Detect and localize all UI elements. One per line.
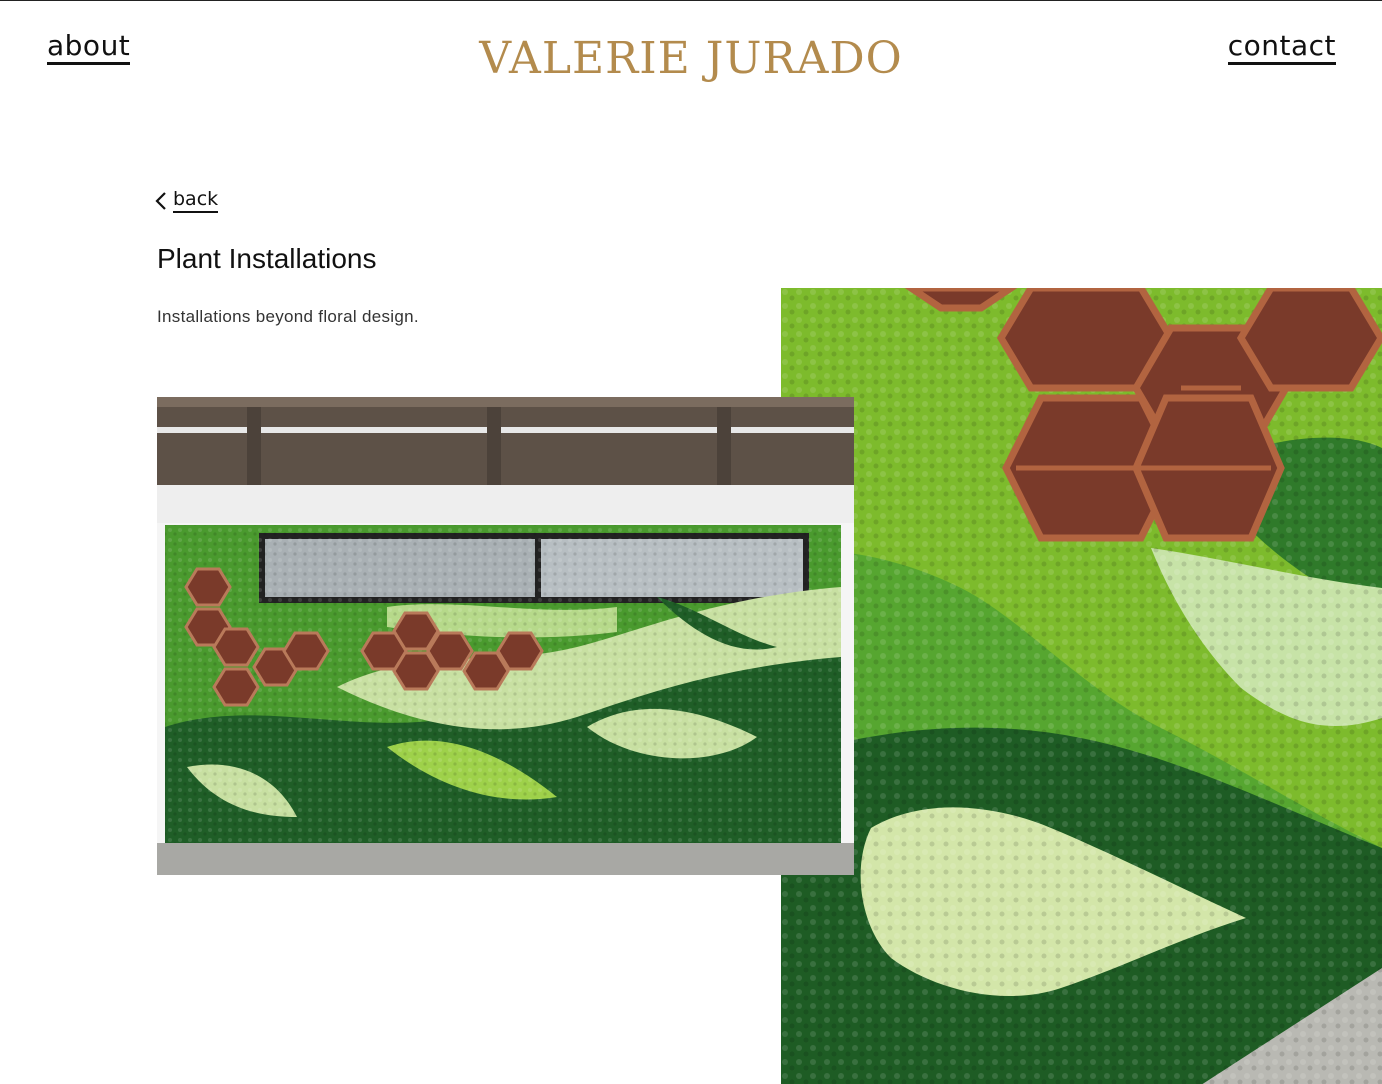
- site-logo[interactable]: VALERIE JURADO: [0, 34, 1382, 83]
- back-button[interactable]: back: [155, 189, 219, 213]
- page-title: Plant Installations: [157, 243, 377, 274]
- page: about VALERIE JURADO contact back Plant …: [0, 0, 1382, 1084]
- back-label: back: [173, 189, 219, 213]
- moss-wall-closeup-photo[interactable]: [781, 288, 1382, 1084]
- page-description: Installations beyond floral design.: [157, 307, 419, 326]
- contact-link[interactable]: contact: [1227, 31, 1336, 66]
- chevron-left-icon: [155, 192, 166, 210]
- moss-wall-wide-photo[interactable]: [157, 397, 854, 875]
